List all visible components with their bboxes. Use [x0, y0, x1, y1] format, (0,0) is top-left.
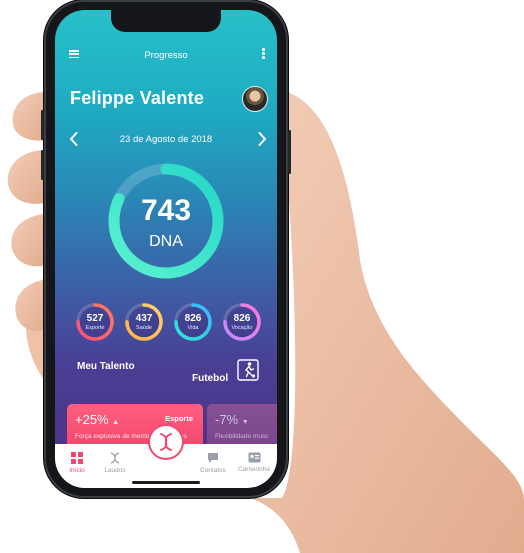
- tab-inicio[interactable]: Início: [59, 452, 95, 482]
- stat-tag: Esporte: [165, 414, 193, 423]
- stat-percent: -7% ▼: [215, 412, 249, 427]
- tab-contatos[interactable]: Contatos: [195, 452, 231, 482]
- app-screen: Progresso Felippe Valente 23 de Agosto d…: [55, 10, 277, 488]
- trend-down-icon: ▼: [241, 419, 249, 426]
- category-ring-vocacao[interactable]: 826 Vocação: [222, 302, 262, 342]
- category-value: 826: [233, 313, 251, 324]
- tab-carteirinha[interactable]: Carteirinha: [233, 452, 275, 482]
- volume-button: [41, 110, 44, 140]
- more-vertical-icon[interactable]: [262, 48, 265, 60]
- user-name: Felippe Valente: [70, 88, 205, 108]
- talent-title: Meu Talento: [77, 361, 135, 372]
- category-ring-saude[interactable]: 437 Saúde: [124, 302, 164, 342]
- category-value: 826: [184, 313, 202, 324]
- trend-up-icon: ▲: [112, 419, 120, 426]
- id-card-icon: [248, 452, 260, 463]
- category-ring-esporte[interactable]: 527 Esporte: [75, 302, 115, 342]
- tab-label: Contatos: [199, 467, 227, 474]
- page-title: Progresso: [144, 50, 188, 61]
- tab-label: Laudos: [104, 467, 126, 474]
- dna-score-ring: 743 DNA: [105, 160, 227, 282]
- tab-label: Início: [69, 467, 85, 474]
- stat-description: Flexibilidade musc: [215, 433, 269, 440]
- category-label: Saúde: [136, 325, 152, 331]
- date-navigator: 23 de Agosto de 2018: [55, 130, 277, 152]
- stat-percent: +25% ▲: [75, 412, 120, 427]
- category-label: Vocação: [231, 325, 253, 331]
- dna-icon: [110, 452, 120, 464]
- category-label: Vida: [187, 325, 199, 331]
- notch: [111, 10, 221, 32]
- talent-value: Futebol: [192, 373, 229, 384]
- top-bar: Progresso: [55, 46, 277, 66]
- bottom-tab-bar: Início Laudos Contatos Carteirinha: [55, 426, 277, 488]
- dna-score-value: 743: [140, 194, 192, 227]
- category-value: 527: [86, 313, 104, 324]
- volume-button: [41, 150, 44, 180]
- category-value: 437: [135, 313, 153, 324]
- dna-icon: [160, 433, 172, 451]
- power-button: [288, 130, 291, 174]
- grid-icon: [71, 452, 83, 464]
- chat-icon: [208, 453, 218, 463]
- category-rings: 527 Esporte 437 Saúde 826 Vida 826 Vocaç…: [75, 302, 265, 342]
- tab-laudos[interactable]: Laudos: [97, 452, 133, 482]
- home-indicator: [132, 481, 200, 484]
- dna-action-button[interactable]: [150, 426, 182, 458]
- soccer-player-icon[interactable]: [237, 359, 259, 381]
- category-ring-vida[interactable]: 826 Vida: [173, 302, 213, 342]
- avatar[interactable]: [242, 86, 268, 112]
- current-date: 23 de Agosto de 2018: [119, 134, 213, 145]
- tab-label: Carteirinha: [238, 466, 270, 473]
- category-label: Esporte: [85, 325, 105, 331]
- chevron-right-icon[interactable]: [258, 132, 267, 146]
- dna-score-label: DNA: [149, 233, 183, 250]
